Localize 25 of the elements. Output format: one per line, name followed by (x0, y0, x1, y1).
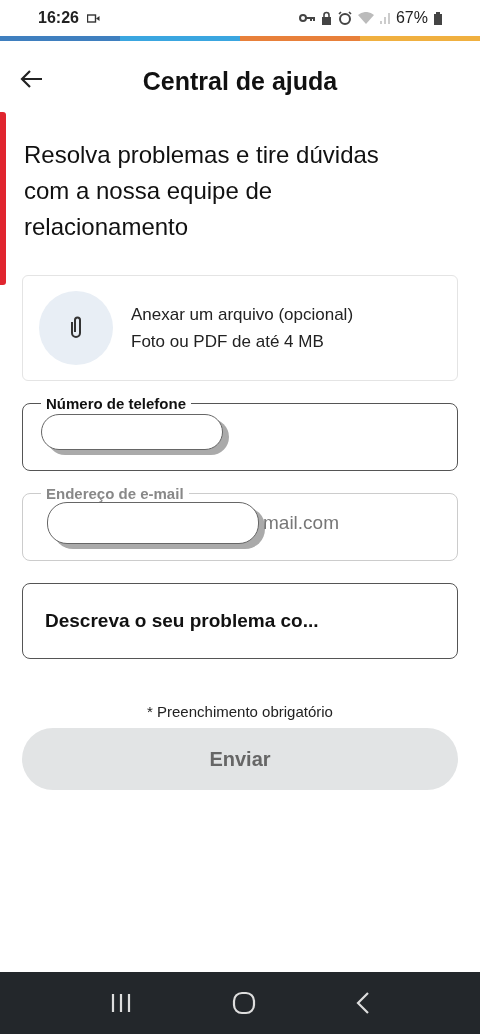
field-value: mail.com (263, 512, 339, 534)
required-note: * Preenchimento obrigatório (146, 703, 334, 720)
battery-icon (434, 11, 442, 25)
key-icon (298, 13, 315, 23)
attachment-card[interactable]: Anexar um arquivo (opcional) Foto ou PDF de até 4 MB (22, 275, 458, 381)
field-label: Número de telefone (45, 395, 188, 412)
field-value: Descreva o seu problema co... (45, 610, 319, 632)
video-icon (86, 13, 100, 23)
status-time: 16:26 (38, 9, 79, 27)
lock-icon (320, 11, 332, 25)
alarm-icon (337, 11, 352, 25)
wifi-icon (357, 12, 374, 24)
field-label: Endereço de e-mail (45, 485, 185, 502)
signal-icon (379, 12, 390, 24)
attachment-hint: Foto ou PDF de até 4 MB (131, 331, 325, 353)
phone-field[interactable]: Número de telefone (22, 395, 458, 471)
home-icon[interactable] (232, 991, 256, 1015)
battery-percent: 67% (395, 9, 428, 27)
description-field[interactable]: Descreva o seu problema co... (22, 583, 458, 659)
intro-text: Resolva problemas e tire dúvidas com a nossa equipe de relacionamento (24, 140, 380, 242)
recent-apps-icon[interactable] (110, 993, 132, 1013)
attachment-title: Anexar um arquivo (opcional) (131, 304, 354, 326)
back-icon[interactable] (356, 992, 370, 1014)
page-title: Central de ajuda (142, 66, 338, 96)
back-arrow-icon[interactable] (20, 69, 44, 89)
